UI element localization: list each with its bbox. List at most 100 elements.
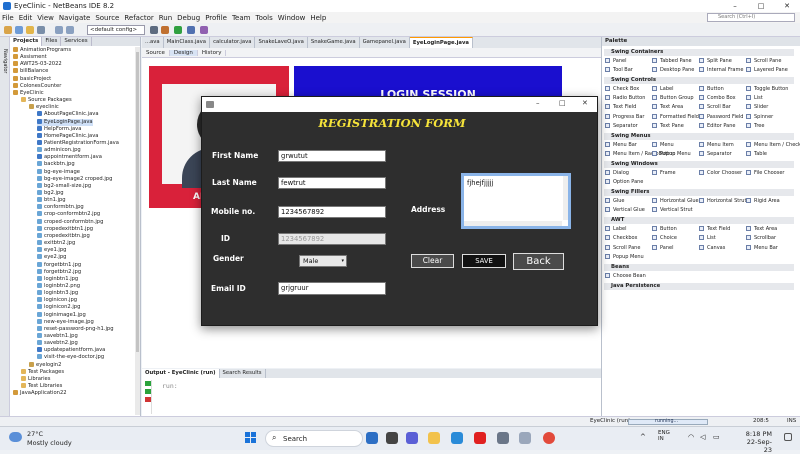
palette-item[interactable]: Label [652, 85, 674, 93]
netbeans-taskbar-icon[interactable] [519, 432, 531, 444]
tree-item[interactable]: new-eye-image.jpg [37, 318, 94, 326]
palette-item[interactable]: Desktop Pane [652, 66, 694, 74]
palette-item[interactable]: Popup Menu [605, 253, 644, 261]
editor-tab[interactable]: ...ava [142, 37, 164, 48]
copilot-icon[interactable] [366, 432, 378, 444]
tree-item[interactable]: btn1.jpg [37, 197, 66, 204]
first-name-field[interactable]: grwutut [278, 150, 386, 162]
tree-item[interactable]: EyeLoginPage.java [37, 118, 93, 126]
tree-item[interactable]: eye2.jpg [37, 254, 66, 261]
palette-item[interactable]: Canvas [699, 244, 725, 252]
tree-item[interactable]: croped-conformbtn.jpg [37, 218, 103, 226]
file-explorer-icon[interactable] [428, 432, 440, 444]
palette-item[interactable]: Tool Bar [605, 66, 633, 74]
menu-team[interactable]: Team [232, 14, 251, 22]
gender-select[interactable]: Male ▾ [299, 255, 347, 267]
palette-item[interactable]: Scroll Pane [605, 244, 640, 252]
editor-tab[interactable]: SnakeGame.java [308, 37, 360, 48]
save-button[interactable]: SAVE [462, 254, 506, 268]
weather-temp[interactable]: 27°C [27, 430, 43, 438]
taskbar-search[interactable]: ⌕ Search [265, 430, 363, 447]
store-icon[interactable] [497, 432, 509, 444]
youtube-icon[interactable] [474, 432, 486, 444]
palette-item[interactable]: Separator [605, 122, 638, 130]
palette-item[interactable]: Slider [746, 104, 768, 111]
tree-item[interactable]: AboutPageClinic.java [37, 111, 99, 118]
palette-item[interactable]: Password Field [699, 113, 743, 121]
palette-item[interactable]: Progress Bar [605, 113, 644, 121]
tree-item[interactable]: conformbtn.jpg [37, 204, 84, 211]
undo-icon[interactable] [55, 26, 63, 34]
palette-item[interactable]: Menu Bar [746, 244, 778, 252]
task-view-icon[interactable] [386, 432, 398, 444]
email-field[interactable]: grjgruur [278, 282, 386, 295]
palette-item[interactable]: Panel [652, 244, 674, 252]
tree-item[interactable]: Test Libraries [21, 383, 62, 390]
palette-item[interactable]: Button Group [652, 94, 694, 102]
tree-item[interactable]: reset-password-png-h1.jpg [37, 325, 114, 333]
redo-icon[interactable] [66, 26, 74, 34]
palette-item[interactable]: Text Area [652, 104, 683, 111]
palette-item[interactable]: Text Field [699, 225, 730, 233]
tree-item[interactable]: AnimationPrograms [13, 47, 71, 54]
palette-category[interactable]: Swing Menus [604, 133, 794, 141]
tree-item[interactable]: billBalance [13, 68, 48, 75]
tree-item[interactable]: forgetbtn2.jpg [37, 268, 81, 276]
palette-item[interactable]: Frame [652, 169, 676, 177]
rerun-config-icon[interactable] [145, 389, 151, 394]
palette-item[interactable]: List [746, 94, 763, 102]
menu-navigate[interactable]: Navigate [59, 14, 90, 22]
weather-icon[interactable] [9, 432, 22, 442]
tree-item[interactable]: updatepatientform.java [37, 347, 105, 354]
menu-window[interactable]: Window [278, 14, 306, 22]
tree-item[interactable]: bg-eye-image2 croped.jpg [37, 175, 112, 183]
palette-item[interactable]: Popup Menu [652, 150, 691, 158]
palette-item[interactable]: Spinner [746, 113, 773, 121]
palette-item[interactable]: Menu Bar [605, 141, 637, 149]
battery-icon[interactable]: ▭ [713, 433, 720, 441]
tree-item[interactable]: HelpForm.java [37, 125, 81, 133]
tree-item[interactable]: savebtn1.jpg [37, 333, 78, 340]
tree-item[interactable]: JavaApplication22 [13, 390, 67, 397]
tree-item[interactable]: basicProject [13, 75, 51, 83]
new-project-icon[interactable] [4, 26, 12, 34]
palette-item[interactable]: Panel [605, 57, 627, 65]
ide-search-input[interactable]: Search (Ctrl+I) [707, 13, 795, 22]
palette-item[interactable]: Menu Item [699, 141, 734, 149]
tab-history[interactable]: History [198, 49, 227, 56]
tree-item[interactable]: loginicon.jpg [37, 297, 77, 304]
tree-item[interactable]: crop-conformbtn2.jpg [37, 211, 100, 218]
palette-item[interactable]: Radio Button [605, 94, 645, 102]
palette-item[interactable]: Table [746, 150, 767, 158]
palette-item[interactable]: File Chooser [746, 169, 784, 177]
tree-item[interactable]: savebtn2.jpg [37, 340, 78, 347]
palette-item[interactable]: Check Box [605, 85, 639, 93]
tree-item[interactable]: loginbtn2.png [37, 282, 80, 290]
config-select[interactable]: <default config> [87, 25, 145, 35]
palette-category[interactable]: Swing Fillers [604, 189, 794, 197]
tree-item[interactable]: visit-the-eye-doctor.jpg [37, 354, 104, 361]
tree-item[interactable]: bg2.jpg [37, 190, 64, 197]
debug-icon[interactable] [187, 26, 195, 34]
editor-tab-active[interactable]: EyeLoginPage.java [409, 37, 474, 48]
palette-item[interactable]: Formatted Field [652, 113, 699, 121]
palette-item[interactable]: Rigid Area [746, 197, 780, 205]
project-tree-scrollbar[interactable] [135, 47, 140, 415]
notification-icon[interactable] [784, 433, 792, 441]
output-window[interactable]: run: [142, 378, 601, 416]
menu-debug[interactable]: Debug [177, 14, 200, 22]
language-indicator[interactable]: ENG IN [658, 430, 670, 442]
dialog-close-icon[interactable]: ✕ [582, 99, 588, 107]
editor-tab[interactable]: calculator.java [210, 37, 256, 48]
menu-help[interactable]: Help [310, 14, 326, 22]
tab-files[interactable]: Files [42, 37, 62, 46]
tab-source[interactable]: Source [142, 49, 170, 56]
tree-item[interactable]: appointmentform.java [37, 154, 102, 161]
menu-view[interactable]: View [37, 14, 54, 22]
palette-item[interactable]: Choice [652, 235, 677, 242]
maximize-icon[interactable]: □ [748, 0, 774, 12]
palette-item[interactable]: Tree [746, 122, 764, 130]
palette-item[interactable]: Option Pane [605, 179, 643, 186]
tree-item[interactable]: Source Packages [21, 97, 72, 104]
minimize-icon[interactable]: – [722, 0, 748, 12]
